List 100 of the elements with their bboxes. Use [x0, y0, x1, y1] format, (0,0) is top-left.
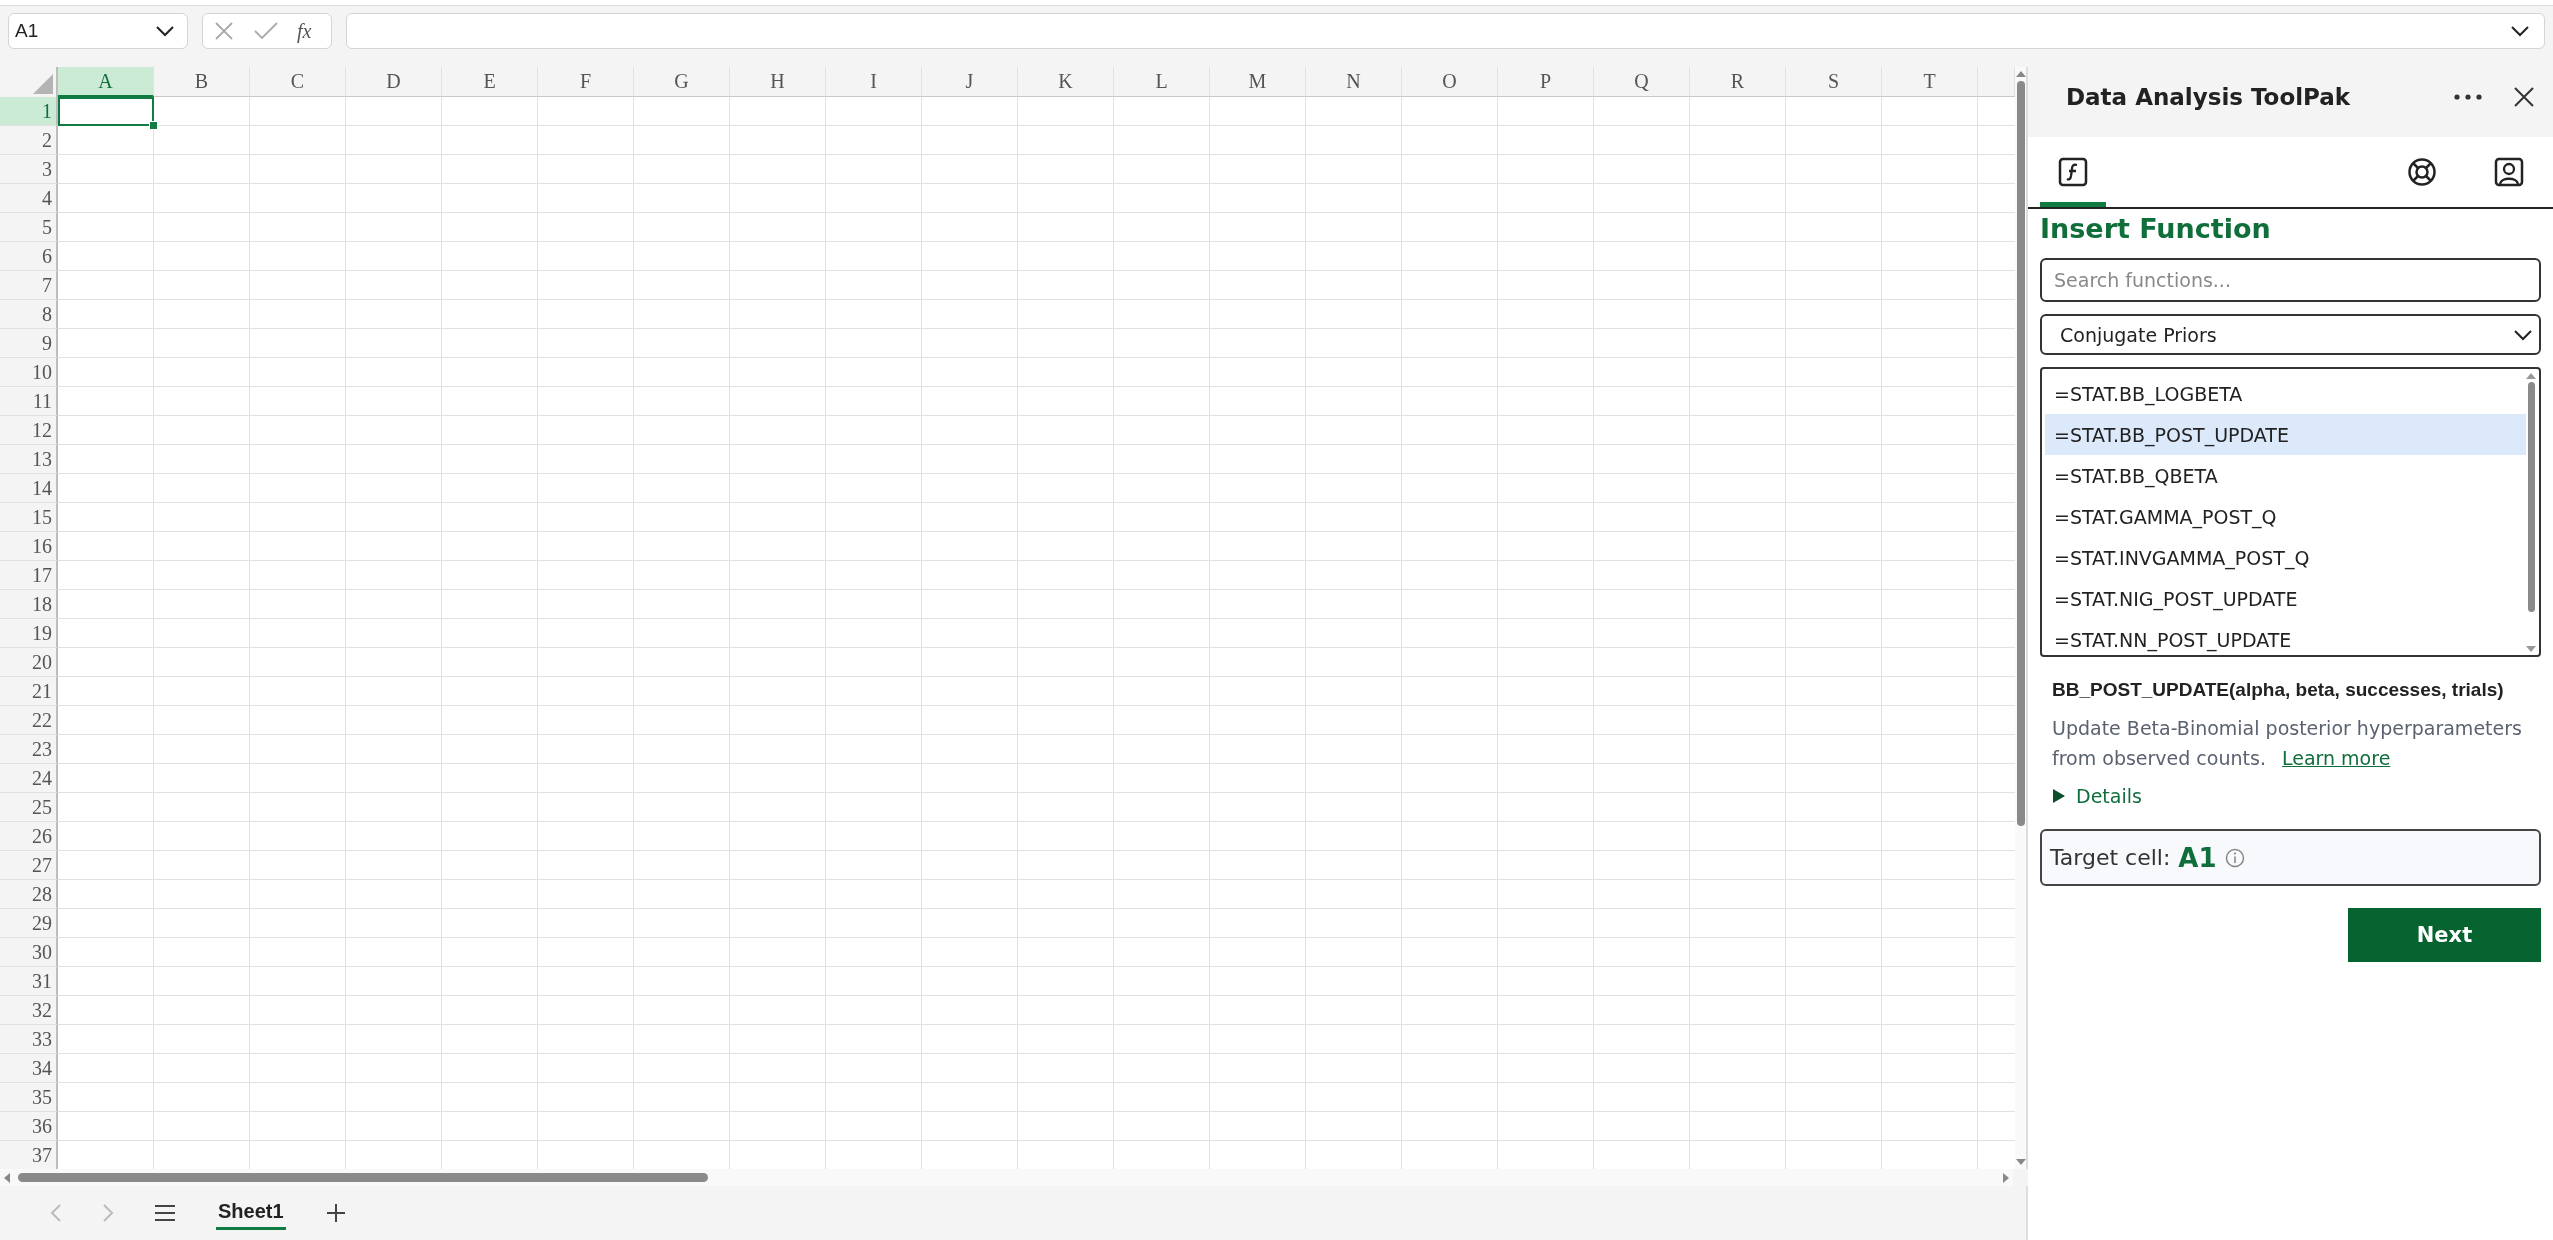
scroll-up-icon[interactable] [2015, 71, 2026, 77]
target-cell-value: A1 [2178, 842, 2217, 873]
row-header[interactable]: 24 [0, 764, 58, 793]
function-item[interactable]: =STAT.NN_POST_UPDATE [2045, 619, 2526, 655]
next-sheet-icon[interactable] [102, 1203, 114, 1223]
sheet-tab[interactable]: Sheet1 [216, 1196, 286, 1230]
function-item[interactable]: =STAT.INVGAMMA_POST_Q [2045, 537, 2526, 578]
row-header[interactable]: 28 [0, 880, 58, 909]
row-header[interactable]: 8 [0, 300, 58, 329]
column-header[interactable]: Q [1594, 67, 1690, 97]
column-header[interactable]: P [1498, 67, 1594, 97]
row-header[interactable]: 7 [0, 271, 58, 300]
row-header[interactable]: 21 [0, 677, 58, 706]
horizontal-scrollbar[interactable] [18, 1173, 708, 1182]
row-header[interactable]: 22 [0, 706, 58, 735]
column-header[interactable]: C [250, 67, 346, 97]
row-header[interactable]: 29 [0, 909, 58, 938]
function-item[interactable]: =STAT.BB_LOGBETA [2045, 373, 2526, 414]
column-header[interactable]: G [634, 67, 730, 97]
column-header[interactable]: F [538, 67, 634, 97]
row-header[interactable]: 30 [0, 938, 58, 967]
search-field[interactable]: Search functions... [2040, 258, 2541, 302]
row-header[interactable]: 5 [0, 213, 58, 242]
row-header[interactable]: 13 [0, 445, 58, 474]
column-header[interactable]: O [1402, 67, 1498, 97]
list-scrollbar[interactable] [2527, 382, 2535, 612]
row-header[interactable]: 33 [0, 1025, 58, 1054]
row-header[interactable]: 35 [0, 1083, 58, 1112]
insert-function-button[interactable]: fx [297, 19, 312, 43]
row-header[interactable]: 27 [0, 851, 58, 880]
cell-grid[interactable] [58, 97, 2015, 1169]
scroll-down-icon[interactable] [2015, 1159, 2026, 1165]
row-header[interactable]: 20 [0, 648, 58, 677]
row-header[interactable]: 36 [0, 1112, 58, 1141]
check-icon[interactable] [253, 21, 279, 41]
column-header[interactable]: A [58, 67, 154, 97]
row-header[interactable]: 18 [0, 590, 58, 619]
row-header[interactable]: 19 [0, 619, 58, 648]
column-header[interactable]: M [1210, 67, 1306, 97]
select-all-icon[interactable] [33, 74, 53, 94]
row-header[interactable]: 16 [0, 532, 58, 561]
row-header[interactable]: 32 [0, 996, 58, 1025]
menu-icon[interactable] [154, 1204, 176, 1222]
column-header[interactable]: I [826, 67, 922, 97]
row-header[interactable]: 6 [0, 242, 58, 271]
function-item[interactable]: =STAT.GAMMA_POST_Q [2045, 496, 2526, 537]
target-cell-label: Target cell: [2050, 845, 2171, 870]
column-header[interactable]: K [1018, 67, 1114, 97]
column-header[interactable]: H [730, 67, 826, 97]
row-header[interactable]: 11 [0, 387, 58, 416]
column-header[interactable]: T [1882, 67, 1978, 97]
row-header[interactable]: 23 [0, 735, 58, 764]
details-toggle[interactable]: Details [2052, 785, 2142, 807]
row-header[interactable]: 4 [0, 184, 58, 213]
scroll-up-icon[interactable] [2526, 373, 2536, 379]
row-header[interactable]: 34 [0, 1054, 58, 1083]
function-item[interactable]: =STAT.BB_POST_UPDATE [2045, 414, 2526, 455]
function-icon [2058, 157, 2088, 187]
row-header[interactable]: 15 [0, 503, 58, 532]
scroll-right-icon[interactable] [2003, 1172, 2009, 1183]
scroll-left-icon[interactable] [4, 1172, 10, 1183]
function-item[interactable]: =STAT.BB_QBETA [2045, 455, 2526, 496]
next-button[interactable]: Next [2348, 908, 2541, 962]
column-header[interactable]: D [346, 67, 442, 97]
fill-handle[interactable] [149, 121, 158, 130]
more-options-icon[interactable] [2453, 93, 2483, 101]
row-header[interactable]: 37 [0, 1141, 58, 1169]
row-header[interactable]: 1 [0, 97, 58, 126]
row-header[interactable]: 2 [0, 126, 58, 155]
previous-sheet-icon[interactable] [50, 1203, 62, 1223]
scroll-down-icon[interactable] [2526, 646, 2536, 652]
row-header[interactable]: 12 [0, 416, 58, 445]
row-header[interactable]: 26 [0, 822, 58, 851]
column-header[interactable]: B [154, 67, 250, 97]
row-header[interactable]: 14 [0, 474, 58, 503]
expand-icon[interactable] [2510, 25, 2530, 37]
column-header[interactable]: J [922, 67, 1018, 97]
column-header[interactable]: L [1114, 67, 1210, 97]
column-header[interactable]: N [1306, 67, 1402, 97]
person-icon [2494, 157, 2524, 187]
learn-more-link[interactable]: Learn more [2281, 747, 2391, 769]
function-item[interactable]: =STAT.NIG_POST_UPDATE [2045, 578, 2526, 619]
cancel-icon[interactable] [213, 20, 235, 42]
row-header[interactable]: 3 [0, 155, 58, 184]
row-header[interactable]: 17 [0, 561, 58, 590]
row-header[interactable]: 31 [0, 967, 58, 996]
active-cell[interactable] [58, 97, 154, 126]
info-icon[interactable] [2224, 847, 2245, 868]
close-icon[interactable] [2513, 86, 2535, 108]
row-header[interactable]: 10 [0, 358, 58, 387]
formula-input[interactable] [346, 13, 2545, 49]
category-dropdown[interactable]: Conjugate Priors [2040, 314, 2541, 355]
add-sheet-icon[interactable] [325, 1203, 346, 1223]
row-header[interactable]: 9 [0, 329, 58, 358]
column-header[interactable]: E [442, 67, 538, 97]
name-box[interactable]: A1 [8, 13, 188, 49]
column-header[interactable]: S [1786, 67, 1882, 97]
row-header[interactable]: 25 [0, 793, 58, 822]
column-header[interactable]: R [1690, 67, 1786, 97]
vertical-scrollbar[interactable] [2016, 81, 2025, 826]
